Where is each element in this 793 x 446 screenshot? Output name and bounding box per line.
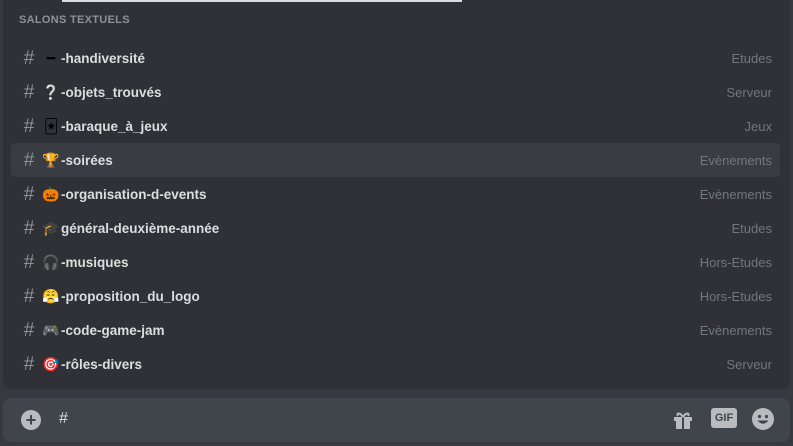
hash-icon: # <box>23 47 35 69</box>
message-input[interactable]: # <box>59 410 68 428</box>
channel-name: -objets_trouvés <box>61 84 162 100</box>
channel-emoji: 🎃 <box>42 186 60 202</box>
popup-top-divider <box>62 0 462 2</box>
message-composer[interactable]: + # GIF <box>3 398 790 442</box>
hash-icon: # <box>23 115 35 137</box>
channel-emoji: 🃏 <box>43 118 59 134</box>
channel-row[interactable]: # 🎓 général-deuxième-année Etudes <box>11 211 780 245</box>
channel-category: Etudes <box>731 50 772 66</box>
channel-category: Serveur <box>726 84 772 100</box>
hash-icon: # <box>23 251 35 273</box>
hash-icon: # <box>23 353 35 375</box>
channel-row[interactable]: # ━ -handiversité Etudes <box>11 41 780 75</box>
channel-emoji: 🎯 <box>42 356 60 372</box>
channel-emoji: ━ <box>46 50 56 66</box>
channel-emoji: 😤 <box>42 288 60 304</box>
channel-name: -organisation-d-events <box>61 186 207 202</box>
channel-emoji: 🏆 <box>42 152 60 168</box>
channel-name: -soirées <box>61 152 113 168</box>
channel-emoji: ❔ <box>42 84 60 100</box>
channel-row[interactable]: # 🎃 -organisation-d-events Evènements <box>11 177 780 211</box>
channel-emoji: 🎮 <box>42 322 60 338</box>
channel-category: Hors-Etudes <box>699 254 772 270</box>
channel-name: -handiversité <box>61 50 146 66</box>
channel-name: -proposition_du_logo <box>61 288 200 304</box>
channel-category: Hors-Etudes <box>699 288 772 304</box>
channel-name: général-deuxième-année <box>61 220 220 236</box>
hash-icon: # <box>23 319 35 341</box>
channel-category: Serveur <box>726 356 772 372</box>
channel-row[interactable]: # 🃏 -baraque_à_jeux Jeux <box>11 109 780 143</box>
channel-emoji: 🎓 <box>42 220 60 236</box>
channel-name: -baraque_à_jeux <box>61 118 168 134</box>
channel-emoji: 🎧 <box>42 254 60 270</box>
channel-category: Evènements <box>699 322 772 338</box>
channel-category: Evènements <box>699 152 772 168</box>
channel-category: Jeux <box>744 118 772 134</box>
hash-icon: # <box>23 217 35 239</box>
hash-icon: # <box>23 81 35 103</box>
channel-name: -code-game-jam <box>61 322 165 338</box>
channel-row[interactable]: # 🎯 -rôles-divers Serveur <box>11 347 780 381</box>
channel-category: Evènements <box>699 186 772 202</box>
emoji-icon[interactable] <box>751 407 775 431</box>
channel-row[interactable]: # ❔ -objets_trouvés Serveur <box>11 75 780 109</box>
hash-icon: # <box>23 285 35 307</box>
channel-name: -musiques <box>61 254 129 270</box>
channel-autocomplete-popup: SALONS TEXTUELS # ━ -handiversité Etudes… <box>3 0 790 389</box>
channel-name: -rôles-divers <box>61 356 143 372</box>
channel-category: Etudes <box>731 220 772 236</box>
gif-icon[interactable]: GIF <box>711 408 737 428</box>
section-title: SALONS TEXTUELS <box>19 14 130 26</box>
channel-row[interactable]: # 🎧 -musiques Hors-Etudes <box>11 245 780 279</box>
hash-icon: # <box>23 149 35 171</box>
channel-row-selected[interactable]: # 🏆 -soirées Evènements <box>11 143 780 177</box>
gift-icon[interactable] <box>671 408 695 432</box>
channel-row[interactable]: # 🎮 -code-game-jam Evènements <box>11 313 780 347</box>
plus-circle-icon[interactable]: + <box>21 410 41 430</box>
hash-icon: # <box>23 183 35 205</box>
channel-row[interactable]: # 😤 -proposition_du_logo Hors-Etudes <box>11 279 780 313</box>
